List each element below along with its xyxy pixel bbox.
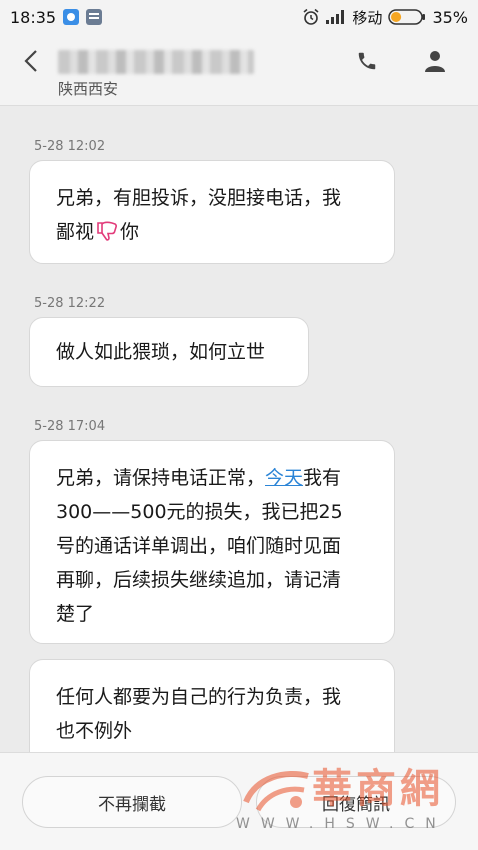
alarm-icon [303,8,319,25]
battery-icon [388,9,426,25]
message-timestamp: 5-28 12:22 [34,296,106,311]
message-bubble[interactable]: 任何人都要为自己的行为负责，我 也不例外 [29,659,395,752]
message-text: 做人如此猥琐，如何立世 [56,341,266,363]
message-text: 任何人都要为自己的行为负责，我 [56,686,342,708]
message-text: 兄弟，有胆投诉，没胆接电话，我 [56,187,342,209]
watermark-brand: 華商網 [312,765,444,812]
message-bubble[interactable]: 兄弟，请保持电话正常，今天我有 300——500元的损失，我已把25 号的通话详… [29,440,395,644]
back-icon [24,50,37,72]
message-text: 300——500元的损失，我已把25 [56,501,343,523]
status-time: 18:35 [10,7,57,27]
back-button[interactable] [14,44,48,78]
thumb-down-icon [97,221,118,241]
date-link[interactable]: 今天 [265,467,303,489]
call-button[interactable] [352,46,382,76]
app-icon-blue [63,9,80,25]
message-bubble[interactable]: 做人如此猥琐，如何立世 [29,317,309,387]
phone-icon [358,52,376,70]
contact-location: 陕西西安 [58,80,119,98]
carrier-label: 移动 [352,8,383,27]
unblock-button[interactable]: 不再攔截 [22,776,242,828]
message-timestamp: 5-28 17:04 [34,419,106,434]
message-thread[interactable]: 5-28 12:02 兄弟，有胆投诉，没胆接电话，我 鄙视 你 5-28 12:… [0,107,478,752]
signal-icon [326,10,345,24]
status-bar: 18:35 移动 35% [0,0,478,34]
conversation-header: 陕西西安 [0,34,478,106]
message-timestamp: 5-28 12:02 [34,139,106,154]
message-text: 楚了 [56,603,95,625]
message-text: 再聊，后续损失继续追加，请记清 [56,569,342,591]
contact-profile-button[interactable] [420,46,450,76]
battery-percent: 35% [432,7,468,27]
person-icon [425,51,445,72]
message-text: 兄弟，请保持电话正常， [56,467,266,489]
message-text: 我有 [303,467,342,489]
message-text: 号的通话详单调出，咱们随时见面 [56,535,342,557]
message-text: 也不例外 [56,720,133,742]
watermark-url: WWW.HSW.CN [236,816,447,832]
message-text: 你 [120,221,140,243]
message-text: 鄙视 [56,221,95,243]
contact-name-blurred [58,50,254,74]
app-icon-slate [86,9,103,25]
message-bubble[interactable]: 兄弟，有胆投诉，没胆接电话，我 鄙视 你 [29,160,395,264]
